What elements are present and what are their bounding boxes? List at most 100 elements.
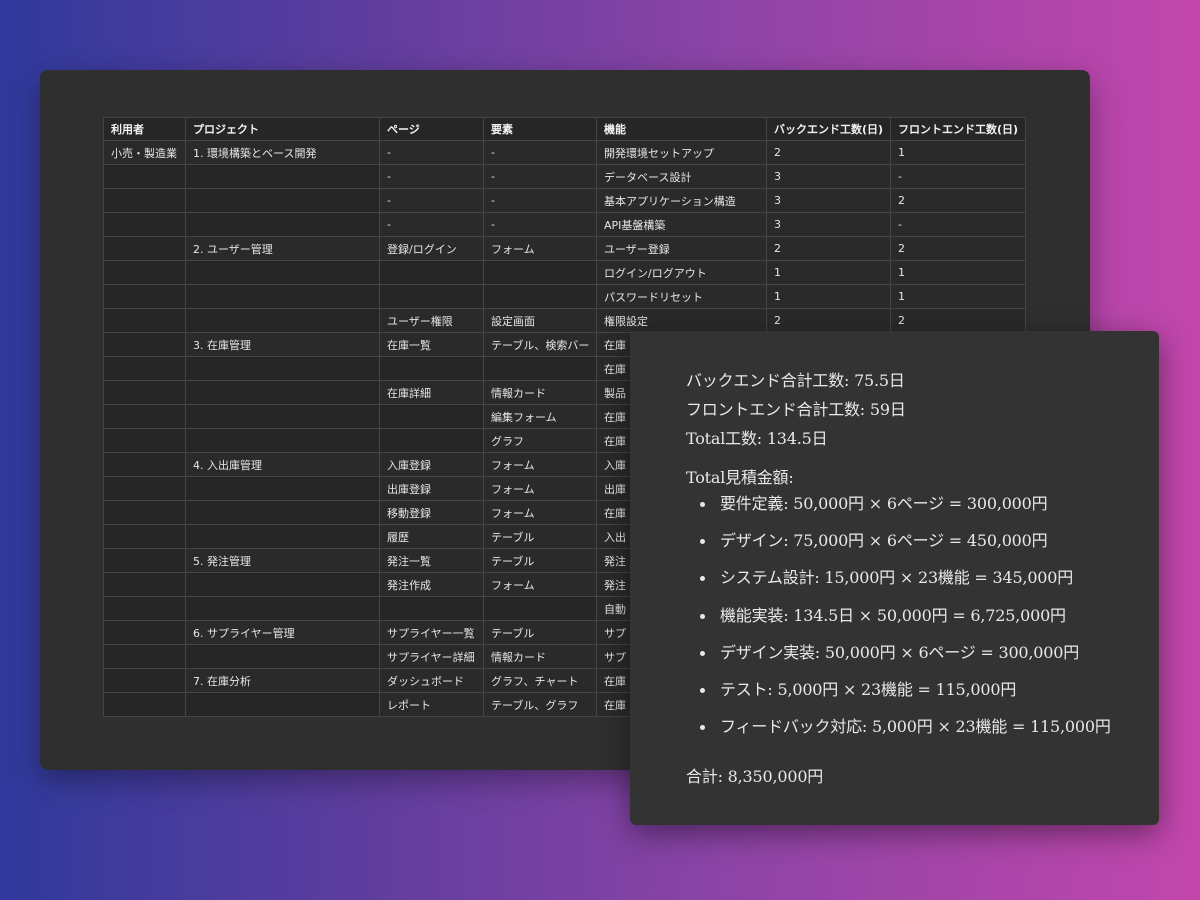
cell-page: サプライヤー詳細 [379,644,484,669]
estimate-item-text: 要件定義: 50,000円 × 6ページ = 300,000円 [720,494,1048,513]
table-row: - - API基盤構築 3- [103,212,1026,237]
estimate-item-text: デザイン: 75,000円 × 6ページ = 450,000円 [720,531,1048,551]
cell-element: グラフ、チャート [483,668,597,693]
cell-project: 3. 在庫管理 [185,332,380,357]
cell-user [103,380,186,405]
cell-user [103,284,186,309]
cell-user [103,164,186,189]
cell-user [103,596,186,621]
cell-project [185,356,380,381]
cell-user [103,548,186,573]
cell-project [185,404,380,429]
cell-project [185,260,380,285]
cell-page: 移動登録 [379,500,484,525]
cell-feature: 基本アプリケーション構造 [596,188,767,213]
cell-page [379,356,484,381]
estimate-items-list: 要件定義: 50,000円 × 6ページ = 300,000円 デザイン: 75… [686,494,1111,754]
cell-user [103,476,186,501]
backend-total-text: バックエンド合計工数: 75.5日 [686,371,905,390]
cell-project [185,476,380,501]
cell-project: 4. 入出庫管理 [185,452,380,477]
cell-user [103,668,186,693]
cell-element: 情報カード [483,644,597,669]
cell-user [103,356,186,381]
cell-feature: API基盤構築 [596,212,767,237]
cell-page [379,260,484,285]
header-element: 要素 [483,117,597,141]
cell-user [103,236,186,261]
cell-user [103,500,186,525]
cell-project [185,572,380,597]
cell-page: 在庫詳細 [379,380,484,405]
cell-user [103,332,186,357]
cell-page: 履歴 [379,524,484,549]
cell-element [483,260,597,285]
cell-project [185,500,380,525]
cell-backend-days: 2 [766,308,891,333]
cell-project: 1. 環境構築とベース開発 [185,140,380,165]
cell-element: フォーム [483,236,597,261]
bullet-icon [700,576,705,582]
cell-page: 発注作成 [379,572,484,597]
cell-project [185,308,380,333]
estimate-summary-panel: バックエンド合計工数: 75.5日 フロントエンド合計工数: 59日 Total… [630,331,1159,825]
cell-page: - [379,212,484,237]
cell-frontend-days: 1 [890,284,1026,309]
bullet-icon [700,725,705,731]
cell-project: 7. 在庫分析 [185,668,380,693]
cell-project [185,188,380,213]
cell-user [103,644,186,669]
bullet-icon [700,539,705,545]
bullet-icon [700,650,705,656]
cell-element [483,284,597,309]
cell-element: フォーム [483,500,597,525]
cell-feature: 権限設定 [596,308,767,333]
cell-frontend-days: 2 [890,188,1026,213]
cell-element: - [483,212,597,237]
cell-element: - [483,164,597,189]
cell-backend-days: 3 [766,212,891,237]
list-item: 要件定義: 50,000円 × 6ページ = 300,000円 [686,494,1111,531]
cell-element: テーブル [483,620,597,645]
cell-page: 発注一覧 [379,548,484,573]
cell-page: ダッシュボード [379,668,484,693]
cell-user [103,452,186,477]
cell-user [103,308,186,333]
cell-project [185,380,380,405]
cell-user [103,188,186,213]
cell-project [185,596,380,621]
cell-backend-days: 2 [766,140,891,165]
cell-user [103,692,186,717]
cell-page: サプライヤー一覧 [379,620,484,645]
cell-backend-days: 2 [766,236,891,261]
cell-frontend-days: - [890,212,1026,237]
cell-element [483,596,597,621]
cell-page [379,404,484,429]
cell-user [103,572,186,597]
cell-backend-days: 1 [766,284,891,309]
table-row: パスワードリセット 1 1 [103,284,1026,309]
cell-frontend-days: 2 [890,236,1026,261]
cell-backend-days: 3 [766,188,891,213]
cell-project [185,524,380,549]
estimate-item-text: フィードバック対応: 5,000円 × 23機能 = 115,000円 [720,717,1111,737]
grand-total-text: 合計: 8,350,000円 [686,767,824,786]
cell-frontend-days: 2 [890,308,1026,333]
cell-user [103,212,186,237]
cell-page: - [379,164,484,189]
cell-feature: ログイン/ログアウト [596,260,767,285]
estimate-item-text: 機能実装: 134.5日 × 50,000円 = 6,725,000円 [720,605,1066,625]
cell-project [185,284,380,309]
bullet-icon [700,687,705,693]
estimate-heading: Total見積金額: [686,468,794,487]
estimate-item-text: デザイン実装: 50,000円 × 6ページ = 300,000円 [720,642,1080,662]
cell-feature: データベース設計 [596,164,767,189]
header-backend-days: バックエンド工数(日) [766,117,891,141]
cell-project [185,692,380,717]
header-frontend-days: フロントエンド工数(日) [890,117,1026,141]
cell-element: テーブル、グラフ [483,692,597,717]
cell-element: グラフ [483,428,597,453]
cell-feature: ユーザー登録 [596,236,767,261]
cell-page [379,596,484,621]
cell-frontend-days: - [890,164,1026,189]
